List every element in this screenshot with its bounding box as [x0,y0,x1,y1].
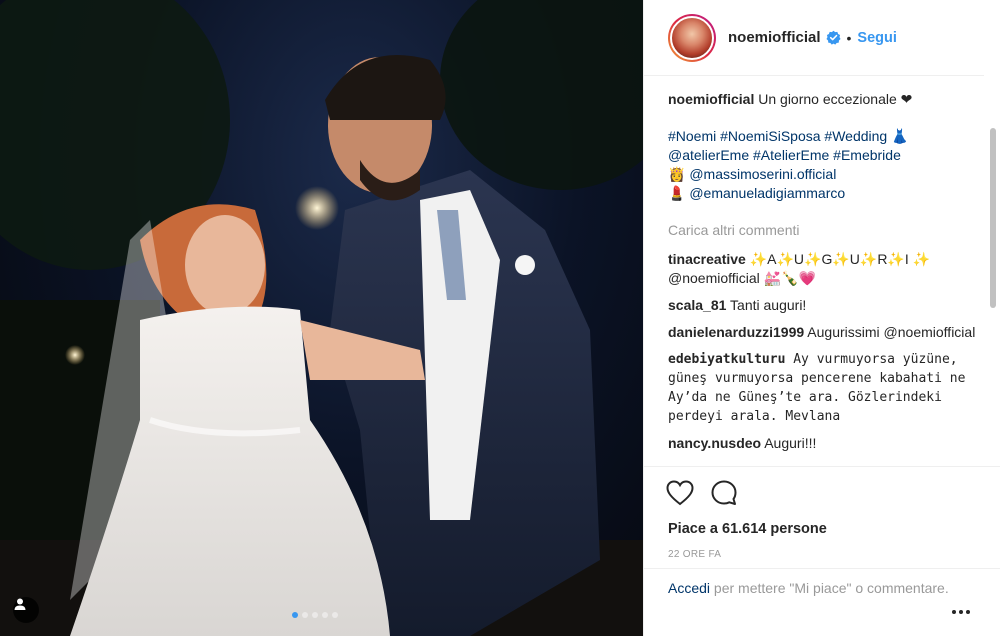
login-prompt: Accedi per mettere "Mi piace" o commenta… [644,568,1000,636]
caption-text: Un giorno eccezionale ❤ [758,91,913,107]
comments-list[interactable]: noemiofficial Un giorno eccezionale ❤ #N… [644,76,1000,466]
post-photo[interactable] [0,0,643,636]
heart-outline-icon[interactable] [666,480,694,506]
caption-line[interactable]: 👸 @massimoserini.official [668,165,980,184]
login-link[interactable]: Accedi [668,580,710,596]
login-prompt-text: per mettere "Mi piace" o commentare. [710,580,949,596]
carousel-dot [292,612,298,618]
comment-username[interactable]: nancy.nusdeo [668,435,761,451]
caption-line[interactable]: 💄 @emanueladigiammarco [668,184,980,203]
speech-bubble-icon[interactable] [710,479,738,507]
scrollbar-thumb[interactable] [990,128,996,308]
photo-illustration [0,0,643,636]
follow-button[interactable]: Segui [857,30,896,46]
comment-username[interactable]: edebiyatkulturu [668,352,785,367]
carousel-indicator [292,612,338,618]
comment-item: danielenarduzzi1999 Augurissimi @noemiof… [668,323,980,342]
comment-item: edebiyatkulturu Ay vurmuyorsa yüzüne, gü… [668,350,980,426]
post-timestamp[interactable]: 22 ORE FA [668,549,980,560]
carousel-dot [312,612,318,618]
post-modal: noemiofficial • Segui noemiofficial Un g… [0,0,1000,636]
more-options-icon[interactable] [952,610,970,614]
action-bar [666,467,980,519]
header-separator: • [846,29,852,46]
comment-item: tinacreative ✨A✨U✨G✨U✨R✨I ✨ @noemioffici… [668,250,980,288]
header-username[interactable]: noemiofficial [728,29,821,46]
comment-text: Auguri!!! [764,435,817,451]
comment-item: scala_81 Tanti auguri! [668,296,980,315]
caption-line[interactable]: #Noemi #NoemiSiSposa #Wedding 👗 [668,127,980,146]
caption-username[interactable]: noemiofficial [668,91,754,107]
caption-line[interactable]: @atelierEme #AtelierEme #Emebride [668,146,980,165]
carousel-dot [302,612,308,618]
comments-scrollbar[interactable] [990,82,996,462]
carousel-dot [332,612,338,618]
person-icon [14,598,26,610]
likes-count[interactable]: Piace a 61.614 persone [668,521,980,537]
load-more-comments-button[interactable]: Carica altri commenti [668,221,980,240]
post-header: noemiofficial • Segui [644,0,984,76]
carousel-dot [322,612,328,618]
comment-item: nancy.nusdeo Auguri!!! [668,434,980,453]
post-actions-area: Piace a 61.614 persone 22 ORE FA [644,466,1000,560]
post-side-panel: noemiofficial • Segui noemiofficial Un g… [643,0,1000,636]
verified-badge-icon [825,30,841,45]
comment-text: Tanti auguri! [730,297,807,313]
user-tags-button[interactable] [13,597,39,623]
comment-username[interactable]: tinacreative [668,251,746,267]
avatar[interactable] [668,13,716,62]
comment-username[interactable]: scala_81 [668,297,726,313]
comment-text: Augurissimi @noemiofficial [807,324,976,340]
comment-username[interactable]: danielenarduzzi1999 [668,324,804,340]
post-caption: noemiofficial Un giorno eccezionale ❤ #N… [668,90,980,203]
